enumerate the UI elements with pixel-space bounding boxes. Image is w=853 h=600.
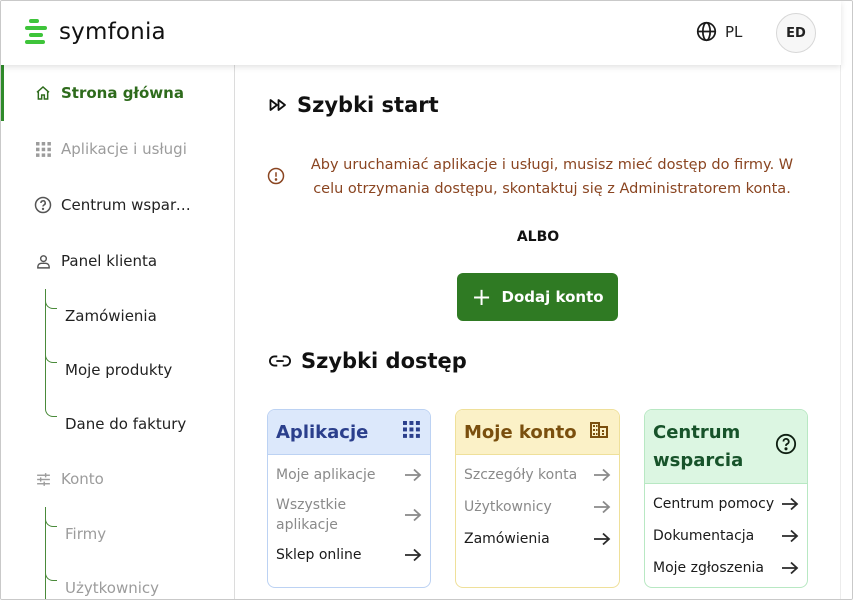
sidebar-subitem-invoice-data[interactable]: Dane do faktury	[65, 415, 186, 433]
alert-circle-icon	[267, 167, 285, 189]
tree-connector	[45, 407, 57, 417]
add-account-label: Dodaj konto	[501, 288, 604, 306]
user-icon	[34, 252, 52, 270]
plus-icon: +	[471, 283, 492, 311]
card-header: Aplikacje	[268, 410, 430, 455]
language-selector[interactable]: PL	[696, 21, 742, 42]
symfonia-logo[interactable]: symfonia	[25, 17, 166, 47]
link-label: Szczegóły konta	[464, 467, 578, 483]
sidebar-item-client-panel[interactable]: Panel klienta	[1, 239, 234, 283]
sidebar-item-account[interactable]: Konto	[1, 457, 234, 501]
arrow-right-icon	[594, 468, 611, 482]
app-window: symfonia PL ED Strona główna Aplikacje i…	[0, 0, 853, 600]
user-avatar[interactable]: ED	[776, 13, 816, 53]
sidebar-item-label: Aplikacje i usługi	[61, 140, 187, 158]
warning-text: Aby uruchamiać aplikacje i usługi, musis…	[310, 157, 794, 197]
tree-line	[45, 289, 46, 409]
tree-connector	[45, 299, 57, 309]
sidebar-item-label: Centrum wsparcia	[61, 196, 193, 214]
link-label: Moje zgłoszenia	[653, 560, 764, 576]
link-my-tickets[interactable]: Moje zgłoszenia	[653, 556, 799, 580]
tree-connector	[45, 353, 57, 363]
link-label: Wszystkie aplikacje	[276, 497, 347, 533]
link-orders[interactable]: Zamówienia	[464, 527, 611, 551]
sidebar-item-apps[interactable]: Aplikacje i usługi	[1, 127, 234, 171]
sidebar-subitem-users[interactable]: Użytkownicy	[65, 579, 159, 597]
home-icon	[34, 84, 52, 102]
arrow-right-icon	[405, 468, 422, 482]
card-header: Centrum wsparcia	[645, 410, 807, 484]
link-account-details[interactable]: Szczegóły konta	[464, 463, 611, 487]
card-support-center: Centrum wsparcia Centrum pomocy Dokument…	[644, 409, 808, 588]
quick-start-title: Szybki start	[297, 93, 439, 117]
link-label: Sklep online	[276, 547, 362, 563]
globe-icon	[696, 21, 717, 42]
link-label: Użytkownicy	[464, 499, 552, 515]
add-account-button[interactable]: + Dodaj konto	[457, 273, 618, 321]
sidebar: Strona główna Aplikacje i usługi Centrum…	[1, 65, 235, 599]
or-separator: ALBO	[516, 229, 560, 245]
sidebar-item-home[interactable]: Strona główna	[1, 65, 234, 121]
card-title: Aplikacje	[276, 421, 369, 443]
arrow-right-icon	[594, 532, 611, 546]
sidebar-item-label: Strona główna	[61, 84, 184, 102]
link-label: Centrum pomocy	[653, 496, 775, 512]
help-circle-icon	[34, 196, 52, 214]
logo-mark-icon	[25, 17, 49, 47]
arrow-right-icon	[405, 548, 422, 562]
link-label: Zamówienia	[464, 531, 550, 547]
logo-text: symfonia	[59, 19, 166, 45]
apps-grid-icon	[34, 140, 52, 158]
main-content: Szybki start Aby uruchamiać aplikacje i …	[235, 65, 841, 599]
link-online-shop[interactable]: Sklep online	[276, 543, 422, 567]
link-label: Moje aplikacje	[276, 467, 376, 483]
arrow-right-icon	[405, 508, 422, 522]
access-warning: Aby uruchamiać aplikacje i usługi, musis…	[267, 153, 807, 201]
card-applications: Aplikacje Moje aplikacje Wszystkie aplik…	[267, 409, 431, 588]
language-label: PL	[725, 22, 743, 41]
link-label: Dokumentacja	[653, 528, 755, 544]
card-header: Moje konto	[456, 410, 619, 455]
sidebar-item-label: Konto	[61, 470, 104, 488]
sliders-icon	[34, 470, 52, 488]
top-header: symfonia PL ED	[1, 1, 841, 65]
link-help-center[interactable]: Centrum pomocy	[653, 492, 799, 516]
link-my-applications[interactable]: Moje aplikacje	[276, 463, 422, 487]
card-my-account: Moje konto Szczegóły konta Użytkownicy Z…	[455, 409, 620, 588]
arrow-right-icon	[782, 561, 799, 575]
quick-access-heading: Szybki dostęp	[269, 349, 467, 373]
sidebar-subitem-companies[interactable]: Firmy	[65, 525, 106, 543]
sidebar-subitem-orders[interactable]: Zamówienia	[65, 307, 157, 325]
tree-connector	[45, 517, 57, 527]
link-users[interactable]: Użytkownicy	[464, 495, 611, 519]
link-icon	[269, 354, 291, 368]
card-title: Moje konto	[464, 421, 577, 443]
sidebar-item-support[interactable]: Centrum wsparcia	[1, 183, 234, 227]
help-circle-icon	[775, 433, 797, 460]
arrow-right-icon	[782, 529, 799, 543]
apps-grid-icon	[403, 421, 420, 443]
arrow-right-icon	[594, 500, 611, 514]
quick-start-heading: Szybki start	[269, 93, 439, 117]
arrow-right-icon	[782, 497, 799, 511]
building-icon	[589, 421, 609, 444]
quick-access-title: Szybki dostęp	[301, 349, 467, 373]
sidebar-subitem-my-products[interactable]: Moje produkty	[65, 361, 172, 379]
card-title: Centrum wsparcia	[653, 421, 744, 471]
tree-connector	[45, 571, 57, 581]
fast-forward-icon	[269, 98, 287, 112]
link-all-applications[interactable]: Wszystkie aplikacje	[276, 493, 422, 537]
link-documentation[interactable]: Dokumentacja	[653, 524, 799, 548]
sidebar-item-label: Panel klienta	[61, 252, 158, 270]
scrollbar[interactable]	[840, 1, 852, 599]
